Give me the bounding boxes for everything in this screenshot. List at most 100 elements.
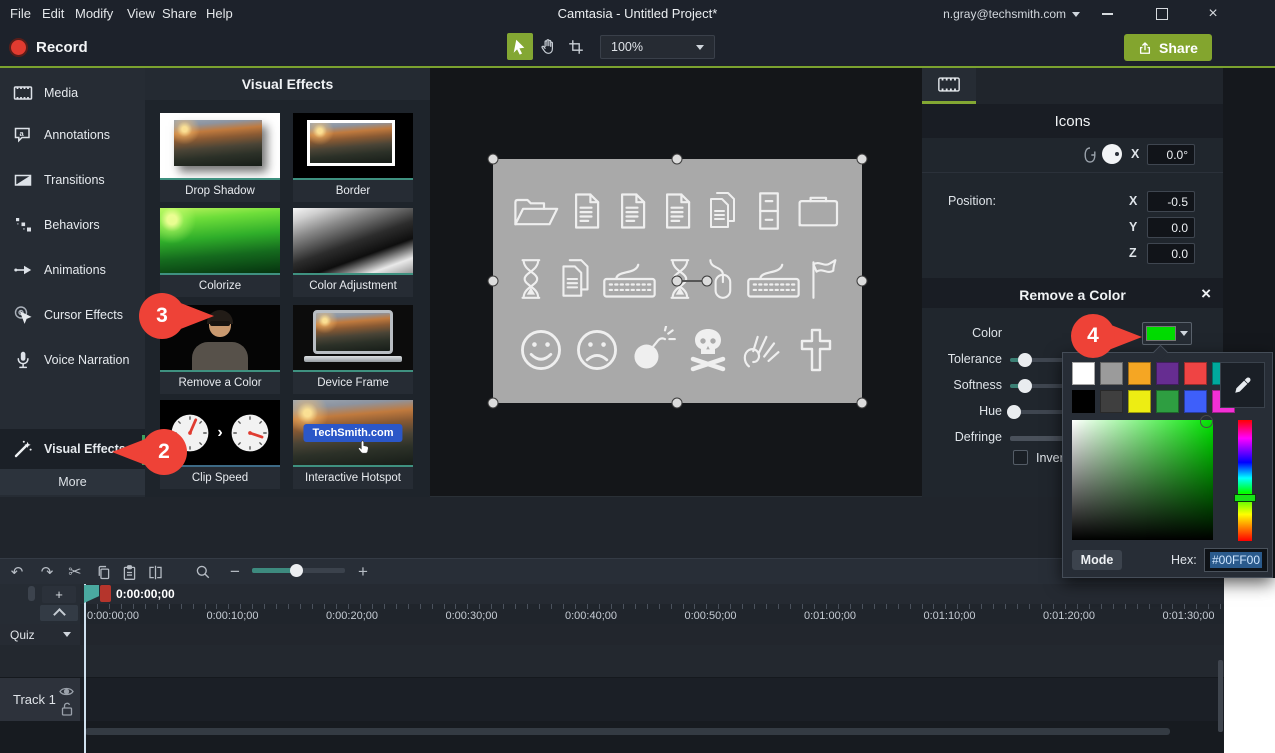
crop-tool-button[interactable] [563,33,589,60]
position-y-input[interactable] [1147,217,1195,238]
resize-handle-n[interactable] [672,154,683,165]
sidebar-item-annotations[interactable]: a Annotations [0,114,145,156]
effect-tile-device-frame[interactable]: Device Frame [293,305,413,394]
effect-tile-border[interactable]: Border [293,113,413,202]
gradient-handle[interactable] [1200,415,1213,428]
invert-checkbox[interactable] [1013,450,1028,465]
hex-input[interactable]: #00FF00 [1204,548,1268,572]
color-swatch[interactable] [1072,362,1095,385]
resize-handle-se[interactable] [857,398,868,409]
lock-open-icon[interactable] [61,702,73,716]
hue-bar-handle[interactable] [1234,494,1256,502]
sidebar-item-cursor-effects[interactable]: Cursor Effects [0,294,145,336]
playhead-in-out-marker[interactable] [100,585,111,602]
color-swatch[interactable] [1072,390,1095,413]
add-track-button[interactable]: + [42,586,76,603]
resize-handle-sw[interactable] [488,398,499,409]
sidebar-item-media[interactable]: Media [0,72,145,114]
rotation-handle[interactable] [702,276,713,287]
resize-handle-nw[interactable] [488,154,499,165]
menu-edit[interactable]: Edit [42,6,64,21]
resize-handle-ne[interactable] [857,154,868,165]
hand-icon [540,38,557,55]
effect-tile-colorize[interactable]: Colorize [160,208,280,297]
color-swatch-dropdown[interactable] [1142,322,1192,345]
canvas-preview[interactable] [430,68,922,497]
sidebar-more-button[interactable]: More [0,469,145,495]
tab-media-properties[interactable] [922,68,976,101]
maximize-button[interactable] [1145,0,1179,28]
ruler-label: 0:01:10;00 [924,610,976,622]
color-swatch[interactable] [1184,390,1207,413]
record-button[interactable]: Record [36,39,88,56]
account-menu[interactable]: n.gray@techsmith.com [943,7,1080,21]
resize-handle-s[interactable] [672,398,683,409]
position-x-input[interactable] [1147,191,1195,212]
arrow-right-icon: › [217,424,222,442]
mode-button[interactable]: Mode [1072,550,1122,570]
copy-button[interactable] [92,562,114,582]
timeline-zoom-handle[interactable] [290,564,303,577]
select-tool-button[interactable] [507,33,533,60]
effect-tile-drop-shadow[interactable]: Drop Shadow [160,113,280,202]
eye-icon[interactable] [59,686,74,697]
eyedropper-button[interactable] [1220,362,1265,408]
resize-handle-w[interactable] [488,276,499,287]
position-z-input[interactable] [1147,243,1195,264]
saturation-value-gradient[interactable] [1072,420,1213,540]
undo-button[interactable]: ↶ [6,562,28,582]
color-swatch[interactable] [1100,390,1123,413]
color-swatch[interactable] [1184,362,1207,385]
chevron-down-icon [63,632,71,637]
track-1[interactable]: Track 1 [0,678,1232,721]
close-button[interactable]: × [1196,0,1230,28]
color-swatch[interactable] [1100,362,1123,385]
zoom-out-button[interactable]: − [224,562,246,582]
color-swatch[interactable] [1156,390,1179,413]
menu-modify[interactable]: Modify [75,6,113,21]
effect-tile-interactive-hotspot[interactable]: TechSmith.com Interactive Hotspot [293,400,413,489]
horizontal-scrollbar[interactable] [85,728,1170,735]
resize-handle-e[interactable] [857,276,868,287]
sidebar-item-voice-narration[interactable]: Voice Narration [0,339,145,381]
rotation-input[interactable] [1147,144,1195,165]
redo-button[interactable]: ↷ [36,562,58,582]
sidebar-item-animations[interactable]: Animations [0,249,145,291]
hue-slider-handle[interactable] [1007,405,1021,419]
documents-stack-icon [553,256,599,302]
quiz-dropdown[interactable]: Quiz [0,624,80,645]
pan-tool-button[interactable] [535,33,561,60]
menu-view[interactable]: View [127,6,155,21]
zoom-in-button[interactable]: + [352,562,374,582]
anchor-handle[interactable] [672,276,683,287]
visual-effects-icon [13,439,33,459]
empty-track-lane[interactable] [0,645,1232,678]
menu-file[interactable]: File [10,6,31,21]
color-swatch[interactable] [1156,362,1179,385]
vertical-scrollbar[interactable] [1218,660,1223,732]
hue-bar[interactable] [1238,420,1252,541]
paste-button[interactable] [118,562,140,582]
timeline-ruler[interactable]: 0:00:00;000:00:10;000:00:20;000:00:30;00… [80,604,1224,624]
rotation-knob[interactable] [1102,144,1122,164]
minimize-button[interactable] [1090,0,1124,28]
sidebar-item-behaviors[interactable]: Behaviors [0,204,145,246]
split-button[interactable] [144,562,166,582]
close-effect-icon[interactable]: × [1201,285,1211,303]
collapse-tracks-button[interactable] [40,605,78,621]
menu-help[interactable]: Help [206,6,233,21]
track-scroll-grip[interactable] [28,586,35,601]
hue-label: Hue [922,404,1002,418]
menu-share[interactable]: Share [162,6,197,21]
effect-tile-color-adjustment[interactable]: Color Adjustment [293,208,413,297]
color-swatch[interactable] [1128,390,1151,413]
share-button[interactable]: Share [1124,34,1212,61]
sidebar-item-transitions[interactable]: Transitions [0,159,145,201]
timeline-zoom-button[interactable] [192,562,214,582]
softness-slider-handle[interactable] [1018,379,1032,393]
color-swatch[interactable] [1128,362,1151,385]
canvas-zoom-select[interactable]: 100% [600,35,715,59]
playhead-line[interactable] [84,584,86,753]
cut-button[interactable]: ✂ [64,562,86,582]
tolerance-slider-handle[interactable] [1018,353,1032,367]
